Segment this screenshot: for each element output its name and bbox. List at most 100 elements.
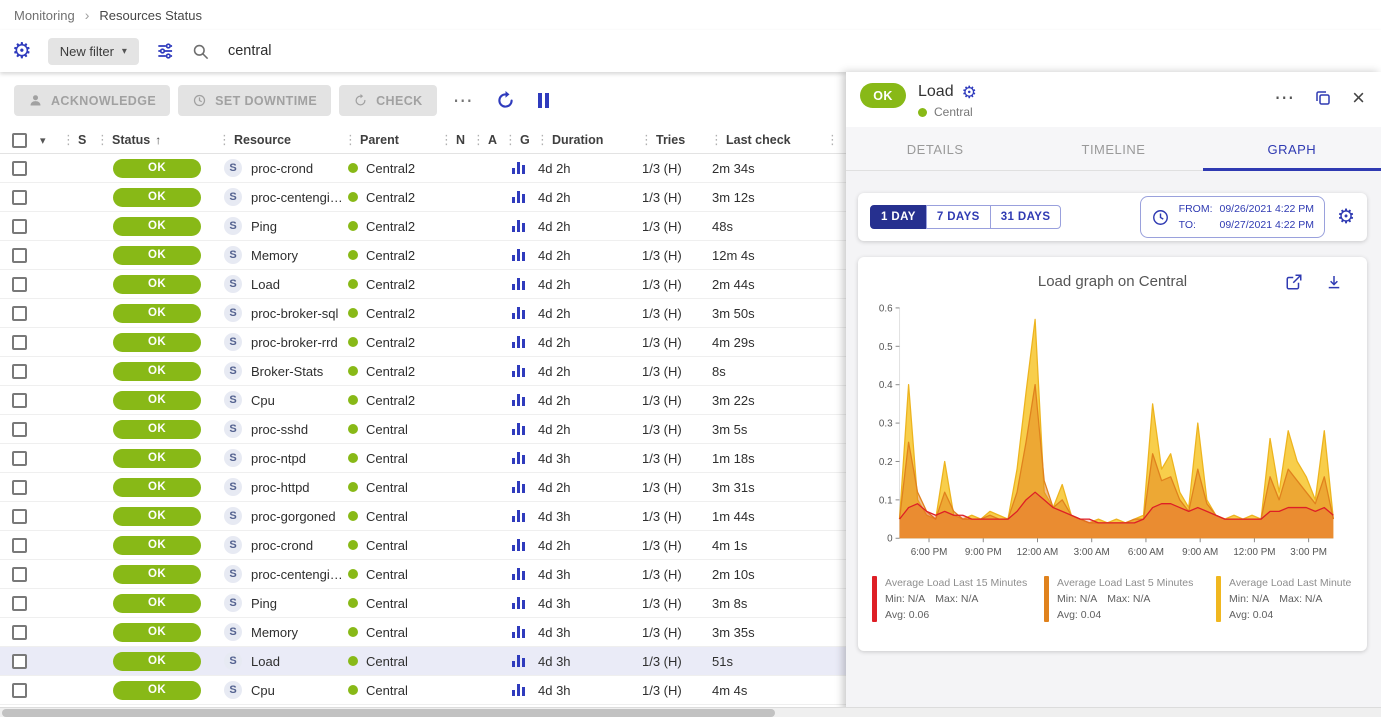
close-icon[interactable]: × [1352,87,1365,109]
drag-handle-icon[interactable]: ⋮ [640,132,653,148]
resource-name[interactable]: proc-centengine [251,190,344,205]
row-checkbox[interactable] [12,393,27,408]
row-checkbox[interactable] [12,538,27,553]
graph-icon[interactable] [512,365,525,377]
graph-icon[interactable] [512,597,525,609]
graph-icon[interactable] [512,191,525,203]
resource-name[interactable]: proc-sshd [251,422,308,437]
parent-name[interactable]: Central2 [366,335,415,350]
scrollbar-thumb[interactable] [2,709,775,717]
acknowledge-button[interactable]: ACKNOWLEDGE [14,85,170,116]
graph-icon[interactable] [512,510,525,522]
resource-name[interactable]: Ping [251,596,277,611]
resource-name[interactable]: proc-crond [251,538,313,553]
column-header-s[interactable]: ⋮S [62,132,96,148]
drag-handle-icon[interactable]: ⋮ [536,132,549,148]
drag-handle-icon[interactable]: ⋮ [62,132,75,148]
row-checkbox[interactable] [12,596,27,611]
graph-icon[interactable] [512,452,525,464]
parent-name[interactable]: Central [366,451,408,466]
download-icon[interactable] [1325,273,1343,291]
resource-name[interactable]: Memory [251,625,298,640]
parent-name[interactable]: Central [366,625,408,640]
row-checkbox[interactable] [12,161,27,176]
parent-name[interactable]: Central2 [366,219,415,234]
column-header-duration[interactable]: ⋮Duration [536,132,640,148]
resource-name[interactable]: Memory [251,248,298,263]
drag-handle-icon[interactable]: ⋮ [472,132,485,148]
legend-item[interactable]: Average Load Last 15 MinutesMin: N/AMax:… [872,576,1032,623]
drag-handle-icon[interactable]: ⋮ [96,132,109,148]
tab-timeline[interactable]: TIMELINE [1024,127,1202,170]
column-header-tries[interactable]: ⋮Tries [640,132,710,148]
graph-icon[interactable] [512,481,525,493]
parent-name[interactable]: Central2 [366,161,415,176]
load-graph-chart[interactable]: 00.10.20.30.40.50.66:00 PM9:00 PM12:00 A… [866,296,1359,574]
row-checkbox[interactable] [12,335,27,350]
refresh-icon[interactable] [489,90,522,111]
column-header-a[interactable]: ⋮A [472,132,504,148]
parent-name[interactable]: Central [366,654,408,669]
resource-name[interactable]: proc-centengine [251,567,344,582]
panel-more-actions-icon[interactable]: ⋯ [1274,88,1294,108]
period-31-days-button[interactable]: 31 DAYS [990,205,1062,229]
column-header-last-check[interactable]: ⋮Last check [710,132,826,148]
row-checkbox[interactable] [12,306,27,321]
row-checkbox[interactable] [12,219,27,234]
parent-name[interactable]: Central2 [366,248,415,263]
parent-name[interactable]: Central2 [366,190,415,205]
tab-details[interactable]: DETAILS [846,127,1024,170]
resource-config-gear-icon[interactable]: ⚙ [962,84,977,101]
resource-name[interactable]: proc-crond [251,161,313,176]
graph-icon[interactable] [512,626,525,638]
row-checkbox[interactable] [12,480,27,495]
more-actions-icon[interactable]: ⋯ [445,91,481,111]
graph-icon[interactable] [512,539,525,551]
drag-handle-icon[interactable]: ⋮ [344,132,357,148]
parent-name[interactable]: Central2 [366,393,415,408]
breadcrumb-item-monitoring[interactable]: Monitoring [14,8,75,23]
graph-icon[interactable] [512,249,525,261]
resource-name[interactable]: Broker-Stats [251,364,323,379]
graph-icon[interactable] [512,568,525,580]
drag-handle-icon[interactable]: ⋮ [826,132,839,148]
graph-icon[interactable] [512,162,525,174]
check-button[interactable]: CHECK [339,85,436,116]
select-all-checkbox[interactable] [12,133,27,148]
custom-time-range[interactable]: FROM: 09/26/2021 4:22 PM TO: 09/27/2021 … [1140,196,1325,239]
column-header-parent[interactable]: ⋮Parent [344,132,440,148]
parent-name[interactable]: Central2 [366,306,415,321]
graph-icon[interactable] [512,307,525,319]
resource-name[interactable]: proc-ntpd [251,451,306,466]
advanced-filter-icon[interactable] [155,41,175,61]
graph-icon[interactable] [512,684,525,696]
graph-icon[interactable] [512,423,525,435]
row-checkbox[interactable] [12,567,27,582]
resource-name[interactable]: proc-httpd [251,480,310,495]
drag-handle-icon[interactable]: ⋮ [218,132,231,148]
open-in-new-icon[interactable] [1285,273,1303,291]
drag-handle-icon[interactable]: ⋮ [710,132,723,148]
row-checkbox[interactable] [12,364,27,379]
row-checkbox[interactable] [12,509,27,524]
graph-icon[interactable] [512,220,525,232]
search-input[interactable] [226,42,646,60]
resource-name[interactable]: proc-broker-sql [251,306,338,321]
column-header-g[interactable]: ⋮G [504,132,536,148]
column-header-status[interactable]: ⋮Status↑ [96,132,218,148]
resource-name[interactable]: Load [251,654,280,669]
parent-name[interactable]: Central2 [366,277,415,292]
graph-options-gear-icon[interactable]: ⚙ [1337,207,1355,227]
parent-name[interactable]: Central [366,538,408,553]
period-7-days-button[interactable]: 7 DAYS [926,205,991,229]
legend-item[interactable]: Average Load Last 5 MinutesMin: N/AMax: … [1044,576,1204,623]
row-checkbox[interactable] [12,683,27,698]
resource-name[interactable]: proc-gorgoned [251,509,336,524]
horizontal-scrollbar[interactable] [0,707,1381,717]
pause-icon[interactable] [530,93,557,108]
filter-settings-gear-icon[interactable]: ⚙ [12,40,32,62]
copy-link-icon[interactable] [1314,89,1332,107]
graph-icon[interactable] [512,655,525,667]
row-checkbox[interactable] [12,451,27,466]
parent-name[interactable]: Central [366,509,408,524]
